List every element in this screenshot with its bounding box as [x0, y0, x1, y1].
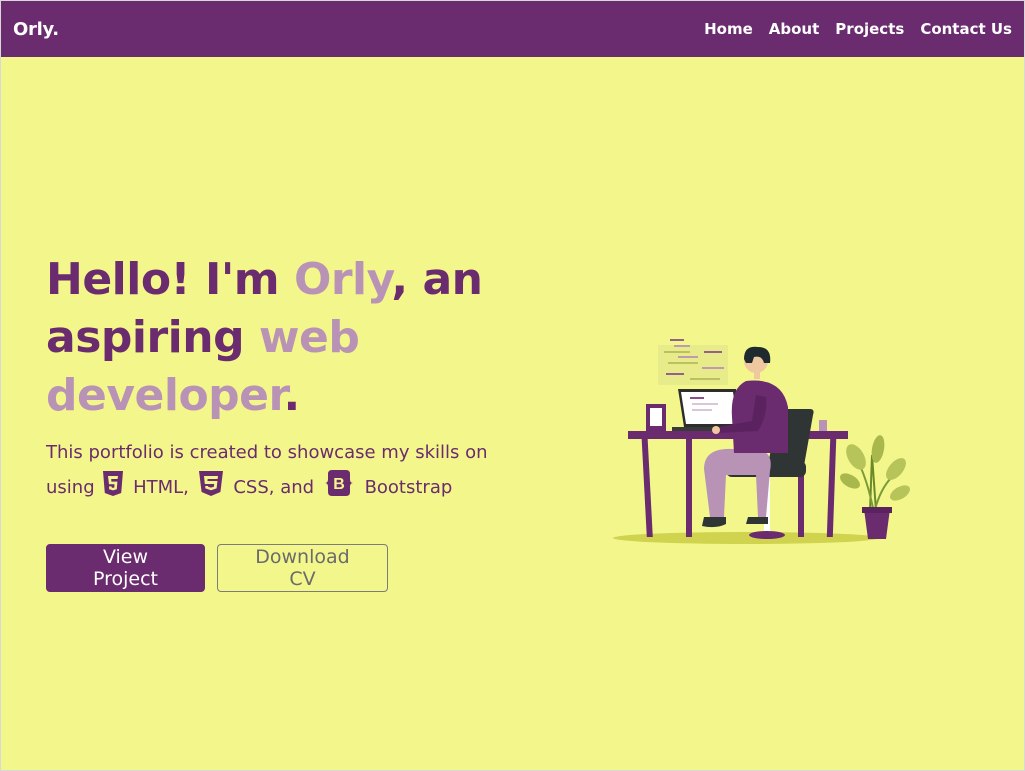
view-project-button[interactable]: View Project — [46, 544, 205, 592]
hero-headline: Hello! I'm Orly, an aspiring web develop… — [46, 251, 516, 425]
nav-link-home[interactable]: Home — [704, 20, 753, 38]
headline-greeting: Hello! I'm — [46, 254, 294, 305]
plant-illustration — [840, 435, 910, 539]
nav-links: Home About Projects Contact Us — [704, 20, 1012, 38]
bootstrap-icon: B — [322, 469, 356, 508]
hero-buttons: View Project Download CV — [46, 544, 388, 592]
page: Orly. Home About Projects Contact Us Hel… — [0, 0, 1025, 771]
html5-icon — [102, 471, 124, 508]
lead-bootstrap: Bootstrap — [364, 477, 453, 498]
brand-logo[interactable]: Orly. — [13, 19, 59, 40]
hero-section: Hello! I'm Orly, an aspiring web develop… — [46, 251, 516, 508]
css3-icon — [197, 471, 225, 508]
nav-link-about[interactable]: About — [769, 20, 820, 38]
nav-link-projects[interactable]: Projects — [835, 20, 904, 38]
code-panel-illustration — [658, 339, 728, 385]
headline-name: Orly — [293, 254, 392, 305]
navbar: Orly. Home About Projects Contact Us — [1, 1, 1024, 57]
headline-period: . — [283, 370, 300, 421]
nav-link-contact-us[interactable]: Contact Us — [920, 20, 1012, 38]
download-cv-button[interactable]: Download CV — [217, 544, 388, 592]
headline-web: web — [258, 312, 360, 363]
lead-html: HTML, — [133, 477, 189, 498]
hero-lead: This portfolio is created to showcase my… — [46, 437, 516, 508]
headline-developer: developer — [46, 370, 284, 421]
lead-css: CSS, and — [233, 477, 315, 498]
developer-illustration — [613, 339, 910, 544]
svg-text:B: B — [333, 476, 345, 493]
